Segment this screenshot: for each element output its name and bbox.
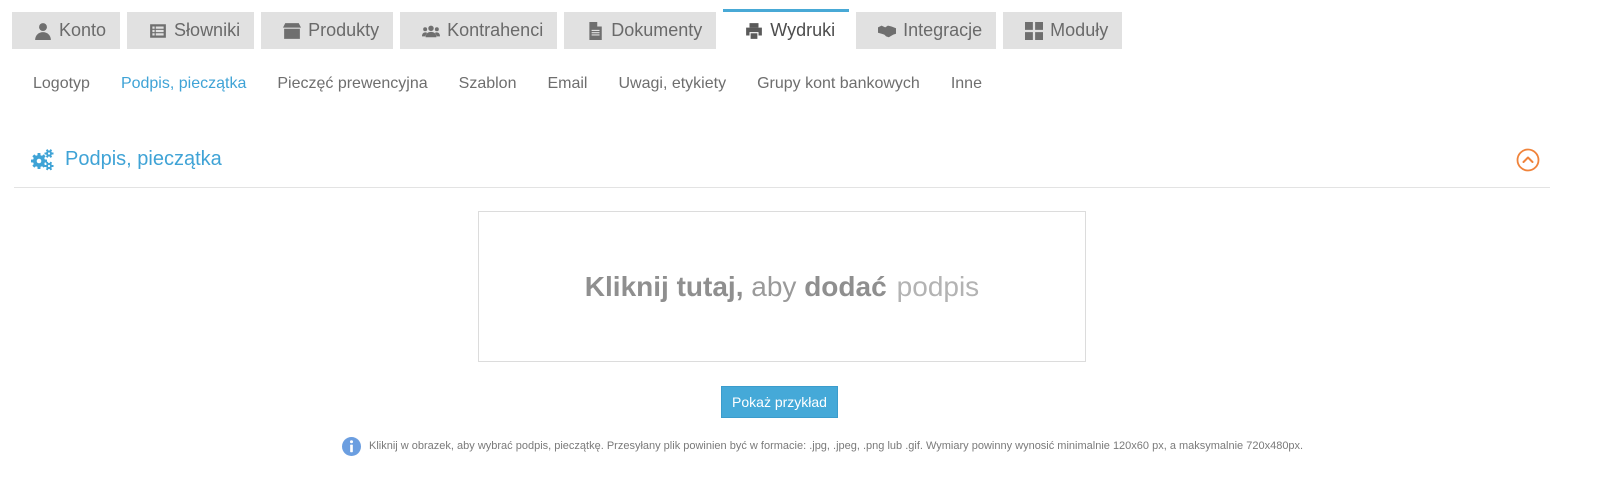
tab-integracje[interactable]: Integracje: [856, 12, 997, 49]
show-example-button[interactable]: Pokaż przykład: [721, 386, 838, 418]
tab-konto[interactable]: Konto: [12, 12, 121, 49]
subnav-grupy-kont-bankowych[interactable]: Grupy kont bankowych: [757, 75, 920, 93]
section-header: Podpis, pieczątka: [14, 140, 1550, 188]
collapse-chevron-up-icon[interactable]: [1516, 148, 1540, 172]
grid-icon: [1025, 21, 1044, 40]
info-text: Kliknij w obrazek, aby wybrać podpis, pi…: [369, 440, 1304, 452]
tab-label: Dokumenty: [611, 20, 703, 40]
upload-prompt-podpis: podpis: [896, 270, 980, 302]
tab-produkty[interactable]: Produkty: [261, 12, 394, 49]
upload-prompt: Kliknij tutaj, aby dodać podpis: [585, 271, 979, 303]
tab-label: Moduły: [1050, 20, 1109, 40]
tab-wydruki[interactable]: Wydruki: [723, 9, 850, 49]
info-note: Kliknij w obrazek, aby wybrać podpis, pi…: [342, 436, 1303, 456]
subnav-szablon[interactable]: Szablon: [459, 75, 517, 93]
subnav-uwagi-etykiety[interactable]: Uwagi, etykiety: [618, 75, 726, 93]
handshake-icon: [878, 25, 897, 37]
signature-upload-area[interactable]: Kliknij tutaj, aby dodać podpis: [478, 211, 1086, 362]
tab-slowniki[interactable]: Słowniki: [127, 12, 255, 49]
printer-icon: [746, 22, 763, 39]
tab-label: Kontrahenci: [447, 20, 544, 40]
tab-kontrahenci[interactable]: Kontrahenci: [400, 12, 558, 49]
subnav-logotyp[interactable]: Logotyp: [33, 75, 90, 93]
tab-label: Słowniki: [174, 20, 241, 40]
subnav-email[interactable]: Email: [547, 75, 587, 93]
tab-label: Wydruki: [770, 20, 836, 40]
user-icon: [35, 22, 51, 40]
subnav-podpis-pieczatka[interactable]: Podpis, pieczątka: [121, 75, 246, 93]
subnav-pieczec-prewencyjna[interactable]: Pieczęć prewencyjna: [277, 75, 427, 93]
subnav-inne[interactable]: Inne: [951, 75, 982, 93]
tab-moduly[interactable]: Moduły: [1003, 12, 1123, 49]
sub-navigation: Logotyp Podpis, pieczątka Pieczęć prewen…: [33, 75, 1013, 93]
users-icon: [422, 25, 441, 37]
main-tabs: Konto Słowniki Produkty Kontrahenci Doku…: [12, 9, 1129, 49]
list-icon: [150, 23, 166, 38]
tab-dokumenty[interactable]: Dokumenty: [564, 12, 717, 49]
upload-prompt-click: Kliknij tutaj,: [584, 270, 744, 302]
tab-label: Produkty: [308, 20, 380, 40]
gears-icon: [31, 149, 54, 171]
upload-prompt-aby: aby: [751, 270, 797, 302]
info-icon: [342, 436, 361, 456]
document-icon: [589, 21, 602, 40]
box-icon: [283, 22, 302, 39]
tab-label: Konto: [59, 20, 107, 40]
tab-label: Integracje: [903, 20, 983, 40]
section-title: Podpis, pieczątka: [65, 148, 222, 170]
upload-prompt-add: dodać: [804, 270, 887, 302]
